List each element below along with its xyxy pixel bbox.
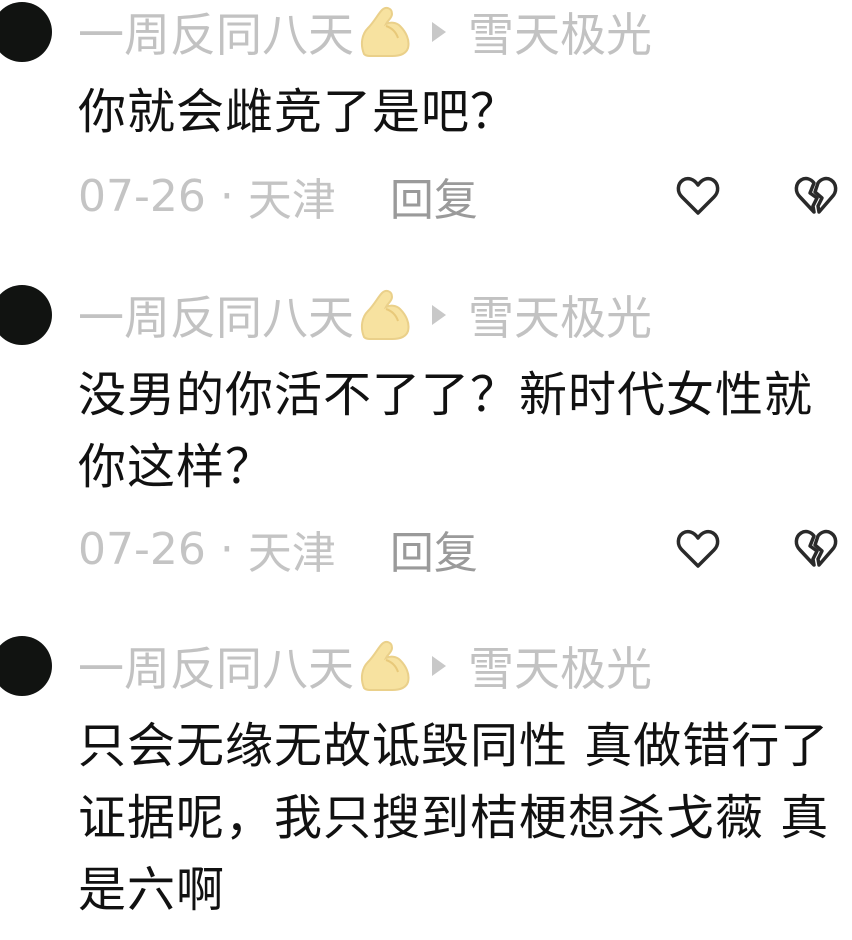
separator-dot: · — [219, 523, 234, 575]
comment-header: 一周反同八天 雪天极光 — [78, 636, 652, 696]
comment-header: 一周反同八天 雪天极光 — [78, 285, 652, 345]
comment-location: 天津 — [247, 528, 336, 579]
separator-dot: · — [219, 170, 234, 222]
comment-date: 07-26 — [78, 170, 206, 222]
reply-button[interactable]: 回复 — [390, 517, 478, 581]
comment-text: 你就会雌竞了是吧？ — [78, 84, 520, 140]
play-arrow-icon — [432, 656, 446, 676]
avatar[interactable] — [0, 636, 52, 696]
flexed-biceps-icon — [356, 287, 414, 343]
comment-date: 07-26 — [78, 523, 206, 575]
comment-footer: 07-26 · 天津 回复 — [78, 519, 848, 579]
reply-button[interactable]: 回复 — [390, 164, 478, 228]
comment-footer: 07-26 · 天津 回复 — [78, 166, 848, 226]
comment-header: 一周反同八天 雪天极光 — [78, 2, 652, 62]
play-arrow-icon — [432, 305, 446, 325]
play-arrow-icon — [432, 22, 446, 42]
comment-location: 天津 — [247, 175, 336, 226]
author-name[interactable]: 一周反同八天 — [78, 633, 354, 699]
flexed-biceps-icon — [356, 638, 414, 694]
heart-icon[interactable] — [674, 525, 722, 573]
broken-heart-icon[interactable] — [792, 525, 840, 573]
reply-to-name[interactable]: 雪天极光 — [468, 0, 652, 65]
heart-icon[interactable] — [674, 172, 722, 220]
reply-to-name[interactable]: 雪天极光 — [468, 633, 652, 699]
author-name[interactable]: 一周反同八天 — [78, 0, 354, 65]
broken-heart-icon[interactable] — [792, 172, 840, 220]
comment-text: 没男的你活不了了？新时代女性就你这样？ — [78, 367, 814, 495]
reply-to-name[interactable]: 雪天极光 — [468, 282, 652, 348]
avatar[interactable] — [0, 285, 52, 345]
comment-text: 只会无缘无故诋毁同性 真做错行了证据呢，我只搜到桔梗想杀戈薇 真是六啊 — [78, 718, 830, 918]
flexed-biceps-icon — [356, 4, 414, 60]
author-name[interactable]: 一周反同八天 — [78, 282, 354, 348]
avatar[interactable] — [0, 2, 52, 62]
